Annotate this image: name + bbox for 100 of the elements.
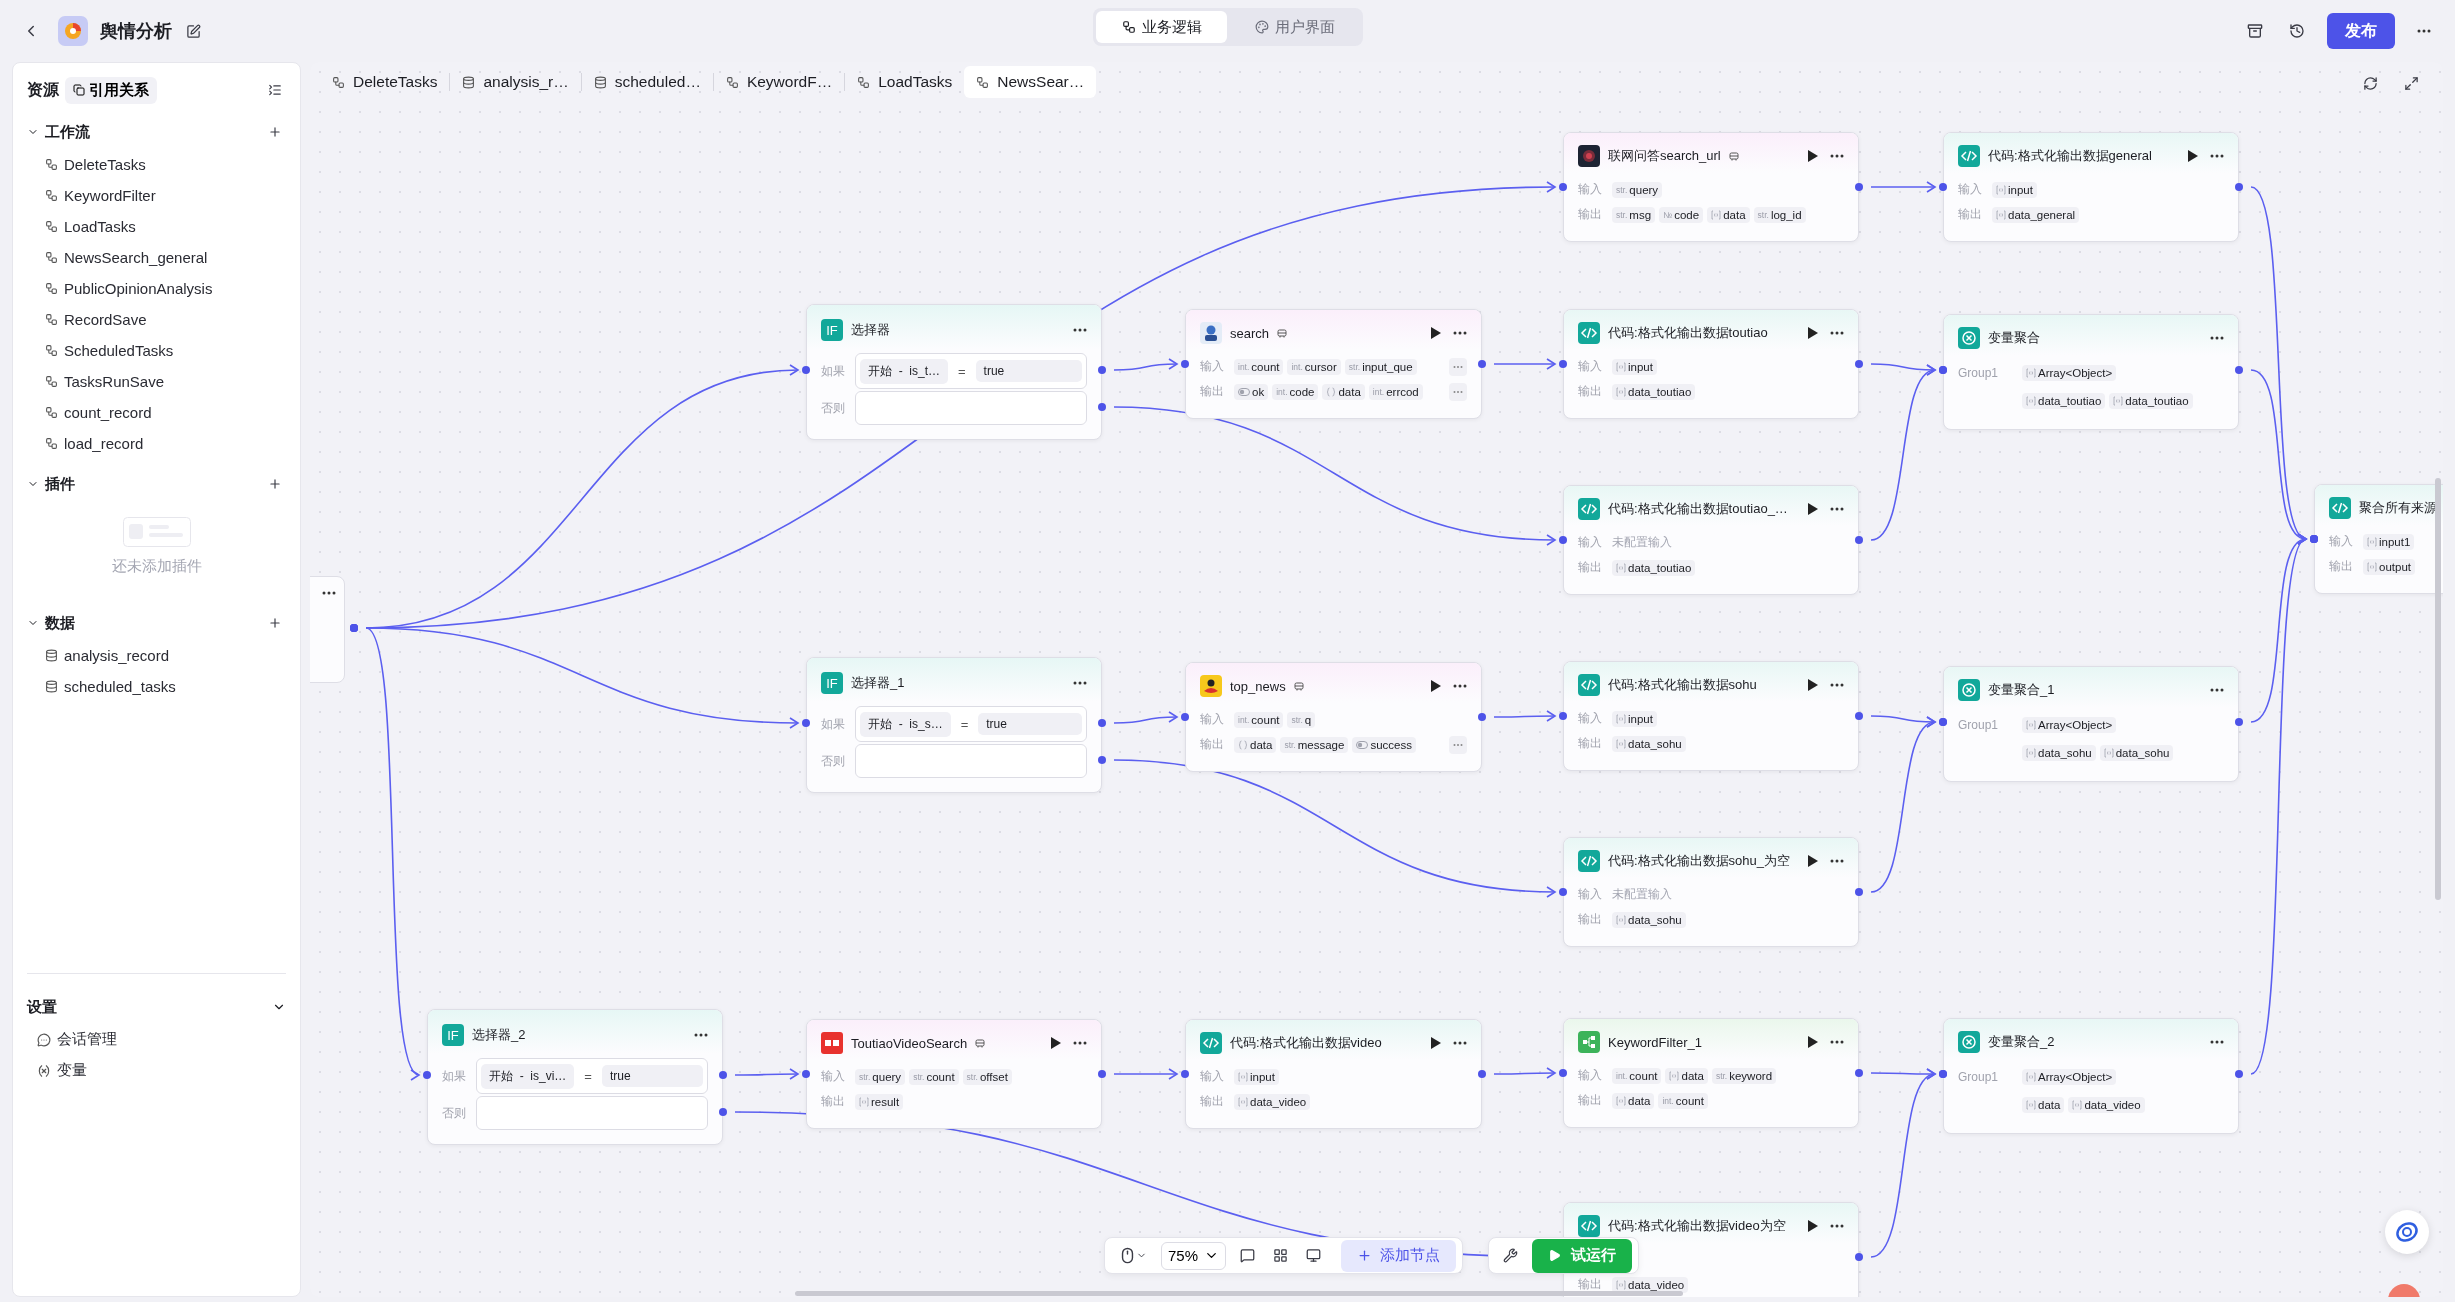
port-dot[interactable] — [1855, 183, 1863, 191]
port-dot[interactable] — [1181, 360, 1189, 368]
port-dot[interactable] — [1855, 1253, 1863, 1261]
sidebar-item[interactable]: PublicOpinionAnalysis — [27, 273, 286, 304]
port-dot[interactable] — [1098, 403, 1106, 411]
port-dot[interactable] — [1098, 1070, 1106, 1078]
port-dot[interactable] — [423, 1071, 431, 1079]
port-dot[interactable] — [1559, 183, 1567, 191]
port-dot[interactable] — [802, 719, 810, 727]
sidebar-item[interactable]: 变量 — [27, 1055, 286, 1086]
more-icon[interactable] — [1453, 684, 1467, 688]
add-node-button[interactable]: 添加节点 — [1341, 1239, 1457, 1272]
more-icon[interactable] — [1830, 507, 1844, 511]
more-icon[interactable] — [1453, 331, 1467, 335]
sidebar-item[interactable]: analysis_record — [27, 640, 286, 671]
condition-field[interactable]: 开始 - is_s… = true — [855, 706, 1087, 742]
play-icon[interactable] — [1808, 679, 1818, 691]
workflow-node[interactable]: ToutiaoVideoSearch 输入 str. query str. count str. offset 输出 result — [806, 1019, 1102, 1129]
port-dot[interactable] — [719, 1108, 727, 1116]
workflow-node[interactable]: IF 选择器_1 如果 开始 - is_s… = true 否则 — [806, 657, 1102, 793]
more-icon[interactable] — [1830, 683, 1844, 687]
play-icon[interactable] — [1808, 1036, 1818, 1048]
sidebar-item[interactable]: DeleteTasks — [27, 149, 286, 180]
port-dot[interactable] — [1559, 1069, 1567, 1077]
port-dot[interactable] — [2235, 718, 2243, 726]
port-dot[interactable] — [1559, 888, 1567, 896]
port-dot[interactable] — [1855, 360, 1863, 368]
port-dot[interactable] — [1181, 1070, 1189, 1078]
port-dot[interactable] — [1855, 1069, 1863, 1077]
publish-button[interactable]: 发布 — [2327, 13, 2395, 49]
canvas-tab[interactable]: KeywordF… — [713, 66, 845, 98]
condition-field[interactable]: 开始 - is_vi… = true — [476, 1058, 708, 1094]
workflow-node[interactable]: IF 选择器 如果 开始 - is_t… = true 否则 — [806, 304, 1102, 440]
sidebar-item[interactable]: load_record — [27, 428, 286, 459]
workflow-node[interactable]: 代码:格式化输出数据toutiao 输入 input 输出 data_toutiao — [1563, 309, 1859, 419]
port-dot[interactable] — [1098, 366, 1106, 374]
more-icon[interactable] — [2210, 1040, 2224, 1044]
workflow-node[interactable]: 变量聚合 Group1 Array<Object> data_toutiao data_toutiao — [1943, 314, 2239, 430]
workflow-node[interactable]: 变量聚合_1 Group1 Array<Object> data_sohu data_sohu — [1943, 666, 2239, 782]
port-dot[interactable] — [1855, 888, 1863, 896]
workflow-node[interactable]: 代码:格式化输出数据video 输入 input 输出 data_video — [1185, 1019, 1482, 1129]
port-dot[interactable] — [1559, 360, 1567, 368]
else-field[interactable] — [855, 744, 1087, 778]
port-dot[interactable] — [1939, 183, 1947, 191]
sidebar-item[interactable]: LoadTasks — [27, 211, 286, 242]
more-icon[interactable] — [1830, 331, 1844, 335]
more-icon[interactable] — [1830, 859, 1844, 863]
port-dot[interactable] — [1181, 713, 1189, 721]
play-icon[interactable] — [2188, 150, 2198, 162]
else-field[interactable] — [476, 1096, 708, 1130]
play-icon[interactable] — [1808, 1220, 1818, 1232]
port-dot[interactable] — [2235, 366, 2243, 374]
port-dot[interactable] — [1098, 756, 1106, 764]
sidebar-item[interactable]: TasksRunSave — [27, 366, 286, 397]
port-dot[interactable] — [1559, 536, 1567, 544]
play-icon[interactable] — [1431, 327, 1441, 339]
port-dot[interactable] — [1855, 536, 1863, 544]
more-icon[interactable] — [1830, 1224, 1844, 1228]
workflow-node[interactable]: top_news 输入 int. count str. q 输出 data str. message success — [1185, 662, 1482, 772]
view-tab[interactable]: 业务逻辑 — [1096, 11, 1227, 43]
canvas-tab[interactable]: DeleteTasks — [320, 66, 450, 98]
play-icon[interactable] — [1808, 503, 1818, 515]
port-dot[interactable] — [2235, 183, 2243, 191]
sidebar-item[interactable]: ScheduledTasks — [27, 335, 286, 366]
workflow-node[interactable]: KeywordFilter_1 输入 int. count data str. keyword 输出 data int. count — [1563, 1018, 1859, 1128]
more-icon[interactable] — [1073, 328, 1087, 332]
workflow-node[interactable]: 代码:格式化输出数据sohu 输入 input 输出 data_sohu — [1563, 661, 1859, 771]
sidebar-item[interactable]: KeywordFilter — [27, 180, 286, 211]
workflow-node[interactable]: 变量聚合_2 Group1 Array<Object> data data_video — [1943, 1018, 2239, 1134]
more-icon[interactable] — [1453, 1041, 1467, 1045]
sidebar-item[interactable]: RecordSave — [27, 304, 286, 335]
workflow-node[interactable]: 代码:格式化输出数据toutiao_… 输入 未配置输入 输出 data_toutiao — [1563, 485, 1859, 595]
more-icon[interactable] — [322, 591, 336, 595]
more-icon[interactable] — [1830, 1040, 1844, 1044]
port-dot[interactable] — [2235, 1070, 2243, 1078]
port-dot[interactable] — [1098, 719, 1106, 727]
else-field[interactable] — [855, 391, 1087, 425]
zoom-select[interactable]: 75% — [1161, 1241, 1227, 1270]
port-dot[interactable] — [719, 1071, 727, 1079]
workflow-node[interactable]: 代码:格式化输出数据sohu_为空 输入 未配置输入 输出 data_sohu — [1563, 837, 1859, 947]
canvas-tab[interactable]: LoadTasks — [845, 66, 965, 98]
sidebar-item[interactable]: count_record — [27, 397, 286, 428]
sidebar-item[interactable]: NewsSearch_general — [27, 242, 286, 273]
play-icon[interactable] — [1431, 680, 1441, 692]
workflow-node[interactable]: 代码:格式化输出数据general 输入 input 输出 data_general — [1943, 132, 2239, 242]
port-dot[interactable] — [1478, 713, 1486, 721]
play-icon[interactable] — [1808, 327, 1818, 339]
more-icon[interactable] — [1830, 154, 1844, 158]
port-dot[interactable] — [1478, 1070, 1486, 1078]
play-icon[interactable] — [1051, 1037, 1061, 1049]
play-icon[interactable] — [1808, 150, 1818, 162]
port-dot[interactable] — [802, 366, 810, 374]
view-tab[interactable]: 用户界面 — [1229, 11, 1360, 43]
more-icon[interactable] — [1073, 1041, 1087, 1045]
port-dot[interactable] — [802, 1070, 810, 1078]
more-icon[interactable] — [2210, 336, 2224, 340]
sidebar-item[interactable]: 会话管理 — [27, 1024, 286, 1055]
more-icon[interactable] — [2210, 688, 2224, 692]
assistant-button[interactable] — [2385, 1210, 2429, 1254]
more-icon[interactable] — [1073, 681, 1087, 685]
